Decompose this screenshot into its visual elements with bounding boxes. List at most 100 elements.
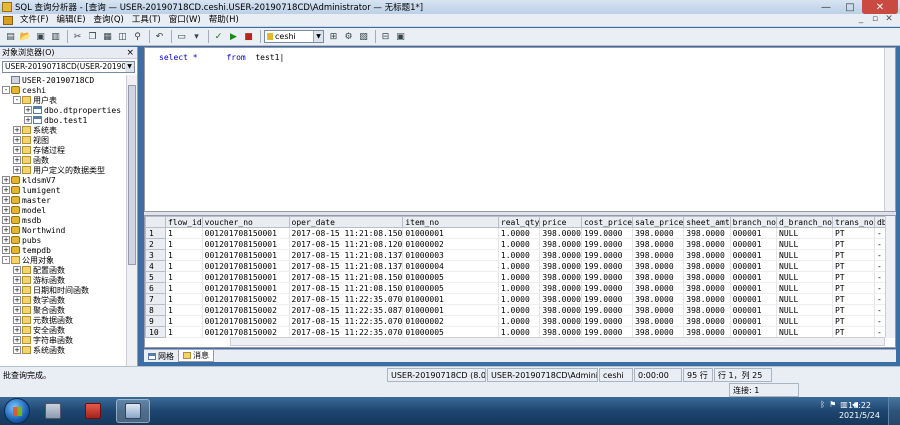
object-browser-close-icon[interactable]: × bbox=[126, 47, 134, 59]
table-cell[interactable]: 398.0000 bbox=[632, 249, 685, 261]
table-cell[interactable]: 199.0000 bbox=[581, 271, 634, 283]
query-text[interactable]: select * from test1| bbox=[159, 53, 284, 62]
tree-vertical-scrollbar[interactable] bbox=[126, 75, 137, 367]
table-cell[interactable]: 398.0000 bbox=[632, 293, 685, 305]
maximize-button[interactable]: □ bbox=[838, 0, 862, 14]
table-cell[interactable]: 01000001 bbox=[402, 304, 499, 316]
tree-node[interactable]: + 用户定义的数据类型 bbox=[0, 165, 126, 175]
table-cell[interactable]: 1 bbox=[165, 249, 203, 261]
column-header[interactable]: trans_no bbox=[831, 216, 875, 228]
expand-icon[interactable]: + bbox=[13, 296, 21, 304]
expand-icon[interactable]: + bbox=[2, 196, 10, 204]
mdi-minimize-button[interactable]: _ bbox=[854, 14, 868, 24]
table-cell[interactable]: 398.0000 bbox=[539, 227, 582, 239]
table-cell[interactable]: PT bbox=[832, 282, 875, 294]
table-cell[interactable]: 1.0000 bbox=[498, 227, 541, 239]
tree-node[interactable]: USER-20190718CD bbox=[0, 75, 126, 85]
tree-node[interactable]: + 日期和时间函数 bbox=[0, 285, 126, 295]
dropdown-arrow-icon[interactable]: ▼ bbox=[125, 62, 134, 72]
row-number[interactable]: 10 bbox=[145, 326, 166, 338]
column-header[interactable]: price bbox=[539, 216, 582, 228]
editor-vertical-scrollbar[interactable] bbox=[884, 48, 895, 211]
chevron-down-icon[interactable]: ▾ bbox=[190, 30, 203, 43]
table-cell[interactable]: 2017-08-15 11:22:35.087 bbox=[289, 304, 404, 316]
table-cell[interactable]: 199.0000 bbox=[581, 293, 634, 305]
tree-node[interactable]: + 存储过程 bbox=[0, 145, 126, 155]
table-cell[interactable]: 1.0000 bbox=[498, 326, 541, 338]
open-folder-icon[interactable]: 📂 bbox=[19, 30, 32, 43]
table-cell[interactable]: 1.0000 bbox=[498, 271, 541, 283]
column-header[interactable]: item_no bbox=[402, 216, 499, 228]
row-number[interactable]: 8 bbox=[145, 304, 166, 316]
minimize-button[interactable]: — bbox=[814, 0, 838, 14]
scroll-thumb[interactable] bbox=[128, 85, 136, 265]
table-cell[interactable]: 398.0000 bbox=[683, 315, 731, 327]
table-cell[interactable]: PT bbox=[832, 260, 875, 272]
table-row[interactable]: 9 1 001201708150002 2017-08-15 11:22:35.070… bbox=[145, 315, 895, 327]
expand-icon[interactable]: + bbox=[13, 306, 21, 314]
table-cell[interactable]: PT bbox=[832, 304, 875, 316]
tree-node[interactable]: + 安全函数 bbox=[0, 325, 126, 335]
table-cell[interactable]: 000001 bbox=[730, 293, 778, 305]
expand-icon[interactable]: + bbox=[24, 106, 32, 114]
table-cell[interactable]: 1 bbox=[165, 326, 203, 338]
table-cell[interactable]: 1 bbox=[165, 271, 203, 283]
insert-template-icon[interactable]: ▥ bbox=[49, 30, 62, 43]
table-cell[interactable]: 000001 bbox=[730, 315, 778, 327]
table-row[interactable]: 7 1 001201708150002 2017-08-15 11:22:35.070… bbox=[145, 293, 895, 305]
table-cell[interactable]: 398.0000 bbox=[539, 249, 582, 261]
find-icon[interactable]: ⚲ bbox=[131, 30, 144, 43]
table-cell[interactable]: 000001 bbox=[730, 238, 778, 250]
expand-icon[interactable]: + bbox=[13, 146, 21, 154]
table-cell[interactable]: 199.0000 bbox=[581, 304, 634, 316]
table-cell[interactable]: 000001 bbox=[730, 304, 778, 316]
table-cell[interactable]: PT bbox=[832, 271, 875, 283]
column-header[interactable]: cost_price bbox=[580, 216, 634, 228]
tree-node[interactable]: + dbo.test1 bbox=[0, 115, 126, 125]
execution-plan-icon[interactable]: ⊞ bbox=[327, 30, 340, 43]
object-browser-toggle-icon[interactable]: ⊟ bbox=[379, 30, 392, 43]
mdi-close-button[interactable]: ✕ bbox=[882, 14, 896, 24]
show-plan-icon[interactable]: ▧ bbox=[357, 30, 370, 43]
table-cell[interactable]: 398.0000 bbox=[539, 238, 582, 250]
table-cell[interactable]: 1.0000 bbox=[498, 249, 541, 261]
table-cell[interactable]: 1.0000 bbox=[498, 260, 541, 272]
results-horizontal-scrollbar[interactable] bbox=[230, 337, 885, 346]
table-cell[interactable]: 398.0000 bbox=[683, 227, 731, 239]
tree-node[interactable]: + 系统函数 bbox=[0, 345, 126, 355]
table-row[interactable]: 2 1 001201708150001 2017-08-15 11:21:08.120… bbox=[145, 238, 895, 250]
table-row[interactable]: 10 1 001201708150002 2017-08-15 11:22:35.07… bbox=[145, 326, 895, 338]
menu-file[interactable]: 文件(F) bbox=[16, 14, 53, 27]
query-editor[interactable]: select * from test1| bbox=[144, 47, 896, 212]
table-cell[interactable]: 398.0000 bbox=[632, 260, 685, 272]
clear-icon[interactable]: ◫ bbox=[116, 30, 129, 43]
table-cell[interactable]: 398.0000 bbox=[683, 249, 731, 261]
server-combo[interactable]: USER-20190718CD(USER-20190718 ▼ bbox=[2, 61, 135, 73]
column-header[interactable]: sheet_amt bbox=[683, 216, 731, 228]
expand-icon[interactable]: + bbox=[2, 216, 10, 224]
table-cell[interactable]: 2017-08-15 11:21:08.137 bbox=[289, 249, 404, 261]
tree-node[interactable]: + 系统表 bbox=[0, 125, 126, 135]
menu-help[interactable]: 帮助(H) bbox=[205, 14, 243, 27]
tree-node[interactable]: + 配置函数 bbox=[0, 265, 126, 275]
table-cell[interactable]: 000001 bbox=[730, 282, 778, 294]
table-cell[interactable]: 1 bbox=[165, 315, 203, 327]
tree-node[interactable]: + model bbox=[0, 205, 126, 215]
menu-edit[interactable]: 编辑(E) bbox=[53, 14, 90, 27]
table-cell[interactable]: 199.0000 bbox=[581, 282, 634, 294]
expand-icon[interactable]: + bbox=[24, 116, 32, 124]
tab-grid[interactable]: 网格 bbox=[144, 350, 178, 362]
copy-icon[interactable]: ❐ bbox=[86, 30, 99, 43]
tree-node[interactable]: + pubs bbox=[0, 235, 126, 245]
undo-icon[interactable]: ↶ bbox=[153, 30, 166, 43]
close-button[interactable]: ✕ bbox=[862, 0, 898, 14]
table-cell[interactable]: 398.0000 bbox=[683, 282, 731, 294]
tree-node[interactable]: + 函数 bbox=[0, 155, 126, 165]
expand-icon[interactable]: + bbox=[2, 226, 10, 234]
menu-query[interactable]: 查询(Q) bbox=[90, 14, 128, 27]
table-cell[interactable]: 001201708150001 bbox=[202, 249, 290, 261]
table-cell[interactable]: 398.0000 bbox=[683, 260, 731, 272]
table-cell[interactable]: 01000005 bbox=[402, 282, 499, 294]
table-cell[interactable]: 000001 bbox=[730, 227, 778, 239]
expand-icon[interactable]: + bbox=[13, 266, 21, 274]
